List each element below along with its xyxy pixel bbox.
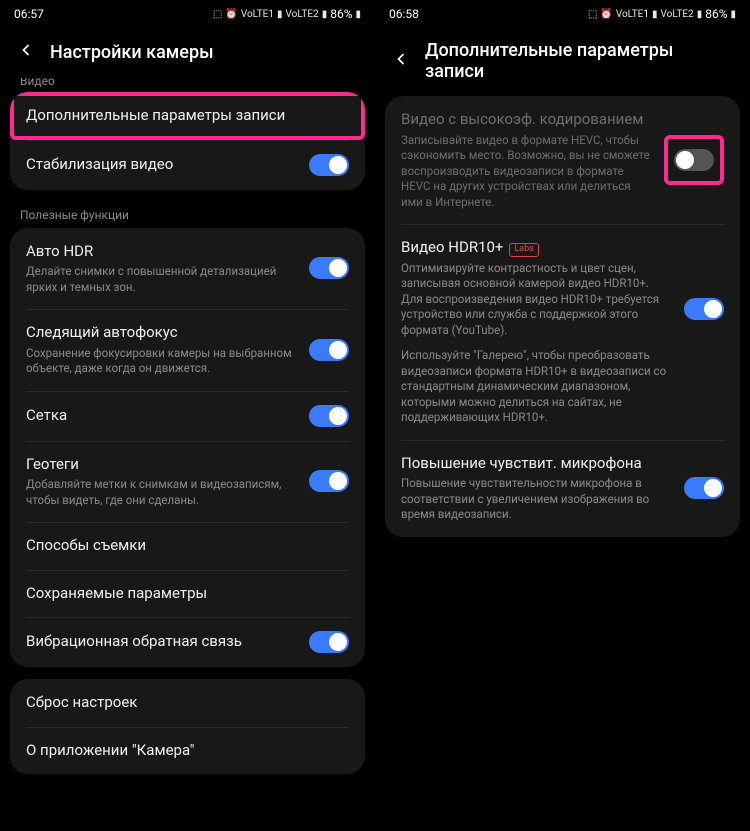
- row-title: Дополнительные параметры записи: [26, 106, 349, 126]
- row-subtitle: Записывайте видео в формате HEVC, чтобы …: [401, 133, 652, 211]
- status-bar: 06:58 ⬚ ⏰ VoLTE1 ▮ VoLTE2 ▮ 86% ▮: [375, 0, 750, 28]
- signal1-icon: ▮: [277, 9, 283, 20]
- row-hdr10[interactable]: Видео HDR10+ Labs Оптимизируйте контрастн…: [385, 224, 740, 440]
- toggle-mic[interactable]: [684, 477, 724, 499]
- toggle-hevc[interactable]: [674, 149, 714, 171]
- nfc-icon: ⬚: [588, 9, 597, 20]
- row-title: Геотеги: [26, 455, 297, 475]
- back-icon[interactable]: [391, 49, 411, 73]
- row-title: Сетка: [26, 406, 297, 426]
- row-saved-params[interactable]: Сохраняемые параметры: [10, 570, 365, 618]
- row-vibration-feedback[interactable]: Вибрационная обратная связь: [10, 617, 365, 667]
- row-shooting-methods[interactable]: Способы съемки: [10, 522, 365, 570]
- signal2-icon: ▮: [322, 9, 328, 20]
- row-title: Видео с высокоэф. кодированием: [401, 110, 652, 130]
- card-advanced: Видео с высокоэф. кодированием Записывай…: [385, 96, 740, 537]
- status-time: 06:58: [389, 7, 419, 21]
- alarm-icon: ⏰: [600, 9, 612, 20]
- toggle-hdr10[interactable]: [684, 298, 724, 320]
- row-subtitle: Добавляйте метки к снимкам и видеозапися…: [26, 477, 297, 508]
- row-hevc[interactable]: Видео с высокоэф. кодированием Записывай…: [385, 96, 740, 224]
- section-label-video: Видео: [10, 78, 365, 92]
- highlight-hevc-toggle: [664, 135, 724, 185]
- row-title: Следящий автофокус: [26, 323, 297, 343]
- row-subtitle-1: Оптимизируйте контрастность и цвет сцен,…: [401, 261, 672, 339]
- page-title: Настройки камеры: [50, 42, 214, 63]
- signal1-icon: ▮: [652, 9, 658, 20]
- row-title: Сброс настроек: [26, 693, 349, 713]
- row-about[interactable]: О приложении "Камера": [10, 727, 365, 775]
- volte2-icon: VoLTE2: [661, 9, 694, 20]
- alarm-icon: ⏰: [225, 9, 237, 20]
- row-reset[interactable]: Сброс настроек: [10, 679, 365, 727]
- row-subtitle: Сохранение фокусировки камеры на выбранн…: [26, 346, 297, 377]
- page-title: Дополнительные параметры записи: [425, 40, 734, 82]
- screenshot-left: 06:57 ⬚ ⏰ VoLTE1 ▮ VoLTE2 ▮ 86% ▮ Настро…: [0, 0, 375, 831]
- row-title: Сохраняемые параметры: [26, 584, 349, 604]
- row-geotags[interactable]: Геотеги Добавляйте метки к снимкам и вид…: [10, 441, 365, 523]
- card-useful: Авто HDR Делайте снимки с повышенной дет…: [10, 228, 365, 668]
- battery-icon: ▮: [355, 9, 361, 20]
- status-time: 06:57: [14, 7, 44, 21]
- row-stabilization[interactable]: Стабилизация видео: [10, 140, 365, 190]
- status-bar: 06:57 ⬚ ⏰ VoLTE1 ▮ VoLTE2 ▮ 86% ▮: [0, 0, 375, 28]
- toggle-auto-hdr[interactable]: [309, 257, 349, 279]
- row-auto-hdr[interactable]: Авто HDR Делайте снимки с повышенной дет…: [10, 228, 365, 310]
- labs-badge: Labs: [509, 243, 538, 257]
- back-icon[interactable]: [16, 40, 36, 64]
- row-title: Стабилизация видео: [26, 155, 297, 175]
- battery-icon: ▮: [730, 9, 736, 20]
- volte2-icon: VoLTE2: [286, 9, 319, 20]
- volte1-icon: VoLTE1: [616, 9, 649, 20]
- row-title: О приложении "Камера": [26, 741, 349, 761]
- row-mic-sensitivity[interactable]: Повышение чувствит. микрофона Повышение …: [385, 440, 740, 537]
- battery-pct: 86%: [330, 7, 352, 21]
- header: Дополнительные параметры записи: [375, 28, 750, 96]
- row-grid[interactable]: Сетка: [10, 391, 365, 441]
- settings-list: Видео Дополнительные параметры записи Ст…: [0, 78, 375, 831]
- section-label-useful: Полезные функции: [10, 202, 365, 228]
- toggle-geotags[interactable]: [309, 470, 349, 492]
- volte1-icon: VoLTE1: [241, 9, 274, 20]
- row-title: Способы съемки: [26, 536, 349, 556]
- row-title: Авто HDR: [26, 242, 297, 262]
- toggle-grid[interactable]: [309, 405, 349, 427]
- header: Настройки камеры: [0, 28, 375, 78]
- hdr10-title-text: Видео HDR10+: [401, 238, 503, 256]
- row-advanced-recording[interactable]: Дополнительные параметры записи: [10, 92, 365, 140]
- row-title: Вибрационная обратная связь: [26, 632, 297, 652]
- toggle-tracking-af[interactable]: [309, 339, 349, 361]
- row-tracking-af[interactable]: Следящий автофокус Сохранение фокусировк…: [10, 309, 365, 391]
- status-right: ⬚ ⏰ VoLTE1 ▮ VoLTE2 ▮ 86% ▮: [213, 7, 361, 21]
- settings-list: Видео с высокоэф. кодированием Записывай…: [375, 96, 750, 831]
- row-subtitle-2: Используйте "Галерею", чтобы преобразова…: [401, 348, 672, 426]
- signal2-icon: ▮: [697, 9, 703, 20]
- row-title: Повышение чувствит. микрофона: [401, 454, 672, 474]
- card-misc: Сброс настроек О приложении "Камера": [10, 679, 365, 774]
- row-subtitle: Повышение чувствительности микрофона в с…: [401, 476, 672, 523]
- nfc-icon: ⬚: [213, 9, 222, 20]
- screenshot-right: 06:58 ⬚ ⏰ VoLTE1 ▮ VoLTE2 ▮ 86% ▮ Дополн…: [375, 0, 750, 831]
- status-right: ⬚ ⏰ VoLTE1 ▮ VoLTE2 ▮ 86% ▮: [588, 7, 736, 21]
- row-title: Видео HDR10+ Labs: [401, 238, 672, 258]
- card-video: Дополнительные параметры записи Стабилиз…: [10, 92, 365, 190]
- battery-pct: 86%: [705, 7, 727, 21]
- toggle-vibration[interactable]: [309, 631, 349, 653]
- row-subtitle: Делайте снимки с повышенной детализацией…: [26, 264, 297, 295]
- toggle-stabilization[interactable]: [309, 154, 349, 176]
